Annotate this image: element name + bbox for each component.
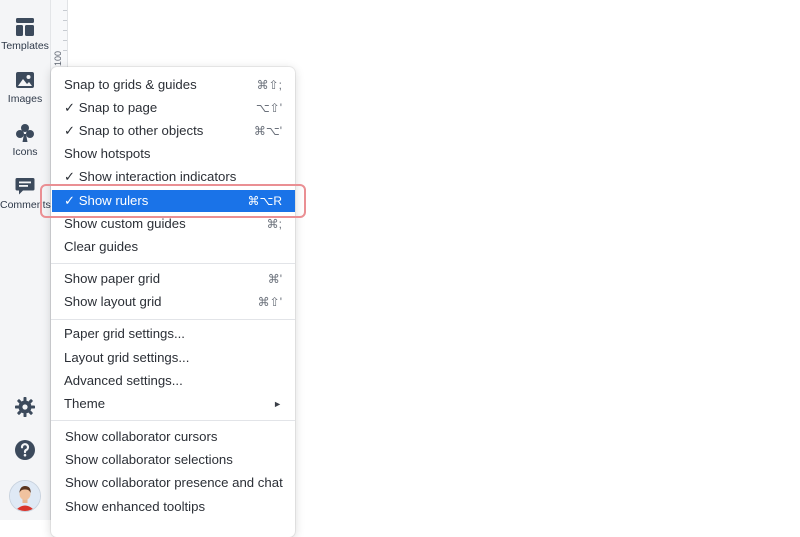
menu-item-shortcut: ⌘; [266, 217, 282, 231]
menu-item-paper-grid-settings[interactable]: Paper grid settings... [51, 323, 295, 345]
menu-item-label: Clear guides [64, 239, 139, 254]
menu-item-label: Show paper grid [64, 271, 161, 286]
settings-button[interactable] [0, 396, 50, 418]
menu-separator [51, 263, 295, 264]
menu-item-shortcut: ⌥⇧' [255, 101, 282, 115]
sidebar-item-templates[interactable]: Templates [0, 16, 50, 52]
menu-item-label: Show enhanced tooltips [65, 499, 206, 514]
comment-icon [15, 178, 35, 195]
menu-item-label: Theme [64, 396, 106, 411]
menu-item-custom-guides[interactable]: Show custom guides ⌘; [51, 213, 295, 235]
avatar [9, 480, 41, 512]
menu-item-label: Show custom guides [64, 216, 186, 231]
menu-item-show-hotspots[interactable]: Show hotspots [51, 143, 295, 165]
menu-item-shortcut: ⌘' [267, 272, 282, 286]
menu-item-advanced-settings[interactable]: Advanced settings... [51, 370, 295, 392]
sidebar-item-icons[interactable]: Icons [0, 122, 50, 158]
menu-item-label: Show hotspots [64, 146, 151, 161]
menu-item-collaborator-cursors[interactable]: Show collaborator cursors [51, 426, 295, 448]
menu-item-shortcut: ⌘⌥' [253, 124, 282, 138]
menu-item-label: Paper grid settings... [64, 326, 185, 341]
sidebar-item-comments[interactable]: Comments [0, 175, 51, 211]
menu-item-shortcut: ⌘⇧; [256, 78, 282, 92]
menu-item-snap-grids[interactable]: Snap to grids & guides ⌘⇧; [51, 74, 295, 96]
image-icon [16, 72, 34, 88]
menu-item-label: Show collaborator presence and chat [65, 475, 283, 490]
menu-separator [51, 420, 295, 421]
sidebar-item-images[interactable]: Images [0, 69, 50, 105]
menu-item-label: ✓ Snap to page [64, 100, 158, 115]
menu-item-label: Show collaborator cursors [65, 429, 218, 444]
menu-item-collaborator-presence[interactable]: Show collaborator presence and chat [51, 472, 295, 494]
menu-item-label: ✓ Show interaction indicators [64, 169, 237, 184]
menu-item-shortcut: ⌘⌥R [247, 194, 283, 208]
menu-item-label: ✓ Show rulers [64, 193, 149, 208]
menu-item-label: Snap to grids & guides [64, 77, 197, 92]
menu-separator [51, 319, 295, 320]
menu-item-collaborator-selections[interactable]: Show collaborator selections [51, 449, 295, 471]
user-avatar-button[interactable] [0, 480, 50, 512]
help-button[interactable] [0, 439, 50, 461]
menu-item-label: Show layout grid [64, 294, 162, 309]
sidebar-item-label: Images [7, 93, 43, 105]
menu-item-snap-objects[interactable]: ✓ Snap to other objects ⌘⌥' [51, 120, 295, 142]
menu-item-label: Show collaborator selections [65, 452, 233, 467]
menu-item-label: Advanced settings... [64, 373, 183, 388]
help-icon [15, 440, 35, 460]
menu-item-shortcut: ⌘⇧' [257, 295, 282, 309]
menu-item-interaction-indicators[interactable]: ✓ Show interaction indicators [51, 166, 295, 188]
gear-icon [15, 397, 35, 417]
club-icon [16, 124, 34, 142]
left-sidebar: Templates Images Icons Comments [0, 0, 51, 520]
sidebar-item-label: Templates [1, 40, 49, 52]
view-options-menu: Snap to grids & guides ⌘⇧; ✓ Snap to pag… [51, 67, 295, 537]
menu-item-clear-guides[interactable]: Clear guides [51, 236, 295, 258]
menu-item-enhanced-tooltips[interactable]: Show enhanced tooltips [51, 496, 295, 518]
menu-item-label: ✓ Snap to other objects [64, 123, 204, 138]
menu-item-snap-page[interactable]: ✓ Snap to page ⌥⇧' [51, 97, 295, 119]
sidebar-item-label: Comments [0, 199, 51, 211]
menu-item-paper-grid[interactable]: Show paper grid ⌘' [51, 268, 295, 290]
templates-icon [16, 18, 34, 36]
sidebar-item-label: Icons [12, 146, 38, 158]
menu-item-layout-grid[interactable]: Show layout grid ⌘⇧' [51, 291, 295, 313]
menu-item-show-rulers[interactable]: ✓ Show rulers ⌘⌥R [52, 190, 295, 212]
menu-item-layout-grid-settings[interactable]: Layout grid settings... [51, 347, 295, 369]
submenu-arrow-icon: ► [273, 399, 282, 409]
ruler-label: 100 [53, 50, 63, 66]
menu-item-label: Layout grid settings... [64, 350, 190, 365]
menu-item-theme[interactable]: Theme ► [51, 393, 295, 415]
